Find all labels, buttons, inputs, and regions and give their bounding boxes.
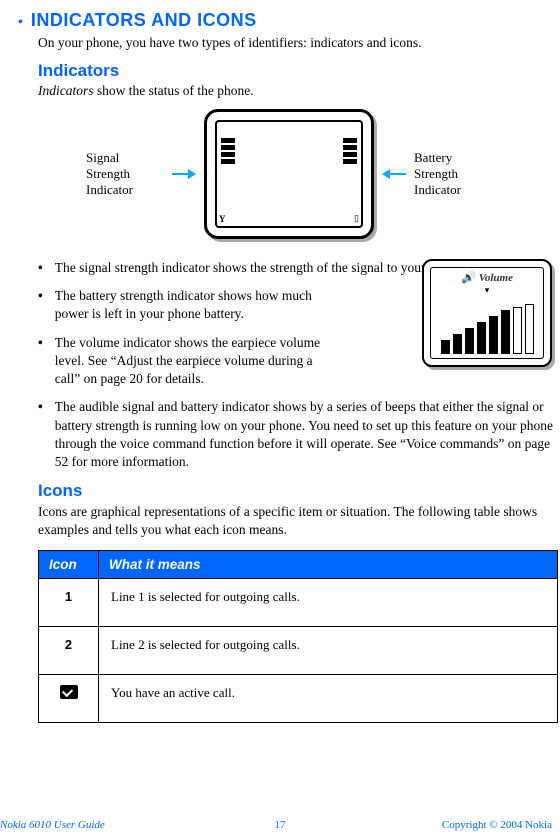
volume-bars-icon (431, 304, 543, 354)
icon-meaning: You have an active call. (99, 674, 558, 722)
arrow-left-icon (382, 168, 406, 180)
indicators-subtext: Indicators show the status of the phone. (38, 83, 560, 99)
battery-icon: ▯ (354, 213, 359, 224)
footer-guide: Nokia 6010 User Guide (0, 819, 105, 831)
icons-table: Icon What it means 1 Line 1 is selected … (38, 550, 558, 723)
list-item: • The audible signal and battery indicat… (38, 398, 560, 471)
bullet-text: The battery strength indicator shows how… (55, 287, 335, 323)
active-call-icon (39, 674, 99, 722)
indicators-subtext-rest: show the status of the phone. (94, 83, 254, 98)
bullet-icon: • (38, 334, 43, 389)
phone-screen-illustration: Y ▯ (204, 109, 374, 239)
antenna-icon: Y (219, 214, 226, 224)
page-footer: Nokia 6010 User Guide 17 Copyright © 200… (0, 819, 560, 831)
speaker-icon: 🔊 (461, 271, 475, 284)
footer-copyright: Copyright © 2004 Nokia (442, 819, 552, 831)
bullet-icon: • (38, 398, 43, 471)
signal-bars-icon (221, 128, 235, 164)
icons-heading: Icons (38, 481, 560, 501)
indicators-figure: Signal Strength Indicator Y ▯ Battery St… (18, 109, 560, 239)
section-bullet: • (18, 15, 23, 31)
icon-meaning: Line 1 is selected for outgoing calls. (99, 578, 558, 626)
table-row: 2 Line 2 is selected for outgoing calls. (39, 626, 558, 674)
page-number: 17 (275, 819, 286, 831)
bullet-icon: • (38, 287, 43, 323)
bullet-text: The audible signal and battery indicator… (55, 398, 560, 471)
arrow-right-icon (172, 168, 196, 180)
volume-label: Volume (479, 272, 513, 284)
line2-icon: 2 (39, 626, 99, 674)
signal-strength-label: Signal Strength Indicator (86, 150, 164, 199)
icons-description: Icons are graphical representations of a… (38, 503, 560, 539)
table-header-meaning: What it means (99, 550, 558, 578)
table-header-icon: Icon (39, 550, 99, 578)
chevron-down-icon: ▾ (431, 285, 543, 296)
indicators-heading: Indicators (38, 61, 560, 81)
table-row: You have an active call. (39, 674, 558, 722)
section-intro: On your phone, you have two types of ide… (38, 35, 560, 51)
indicators-subtext-italic: Indicators (38, 83, 94, 98)
volume-illustration: 🔊 Volume ▾ (422, 259, 552, 367)
section-title: INDICATORS AND ICONS (31, 10, 257, 31)
icon-meaning: Line 2 is selected for outgoing calls. (99, 626, 558, 674)
battery-strength-label: Battery Strength Indicator (414, 150, 492, 199)
bullet-icon: • (38, 259, 43, 277)
table-row: 1 Line 1 is selected for outgoing calls. (39, 578, 558, 626)
line1-icon: 1 (39, 578, 99, 626)
bullet-text: The volume indicator shows the earpiece … (55, 334, 335, 389)
battery-bars-icon (343, 128, 357, 164)
